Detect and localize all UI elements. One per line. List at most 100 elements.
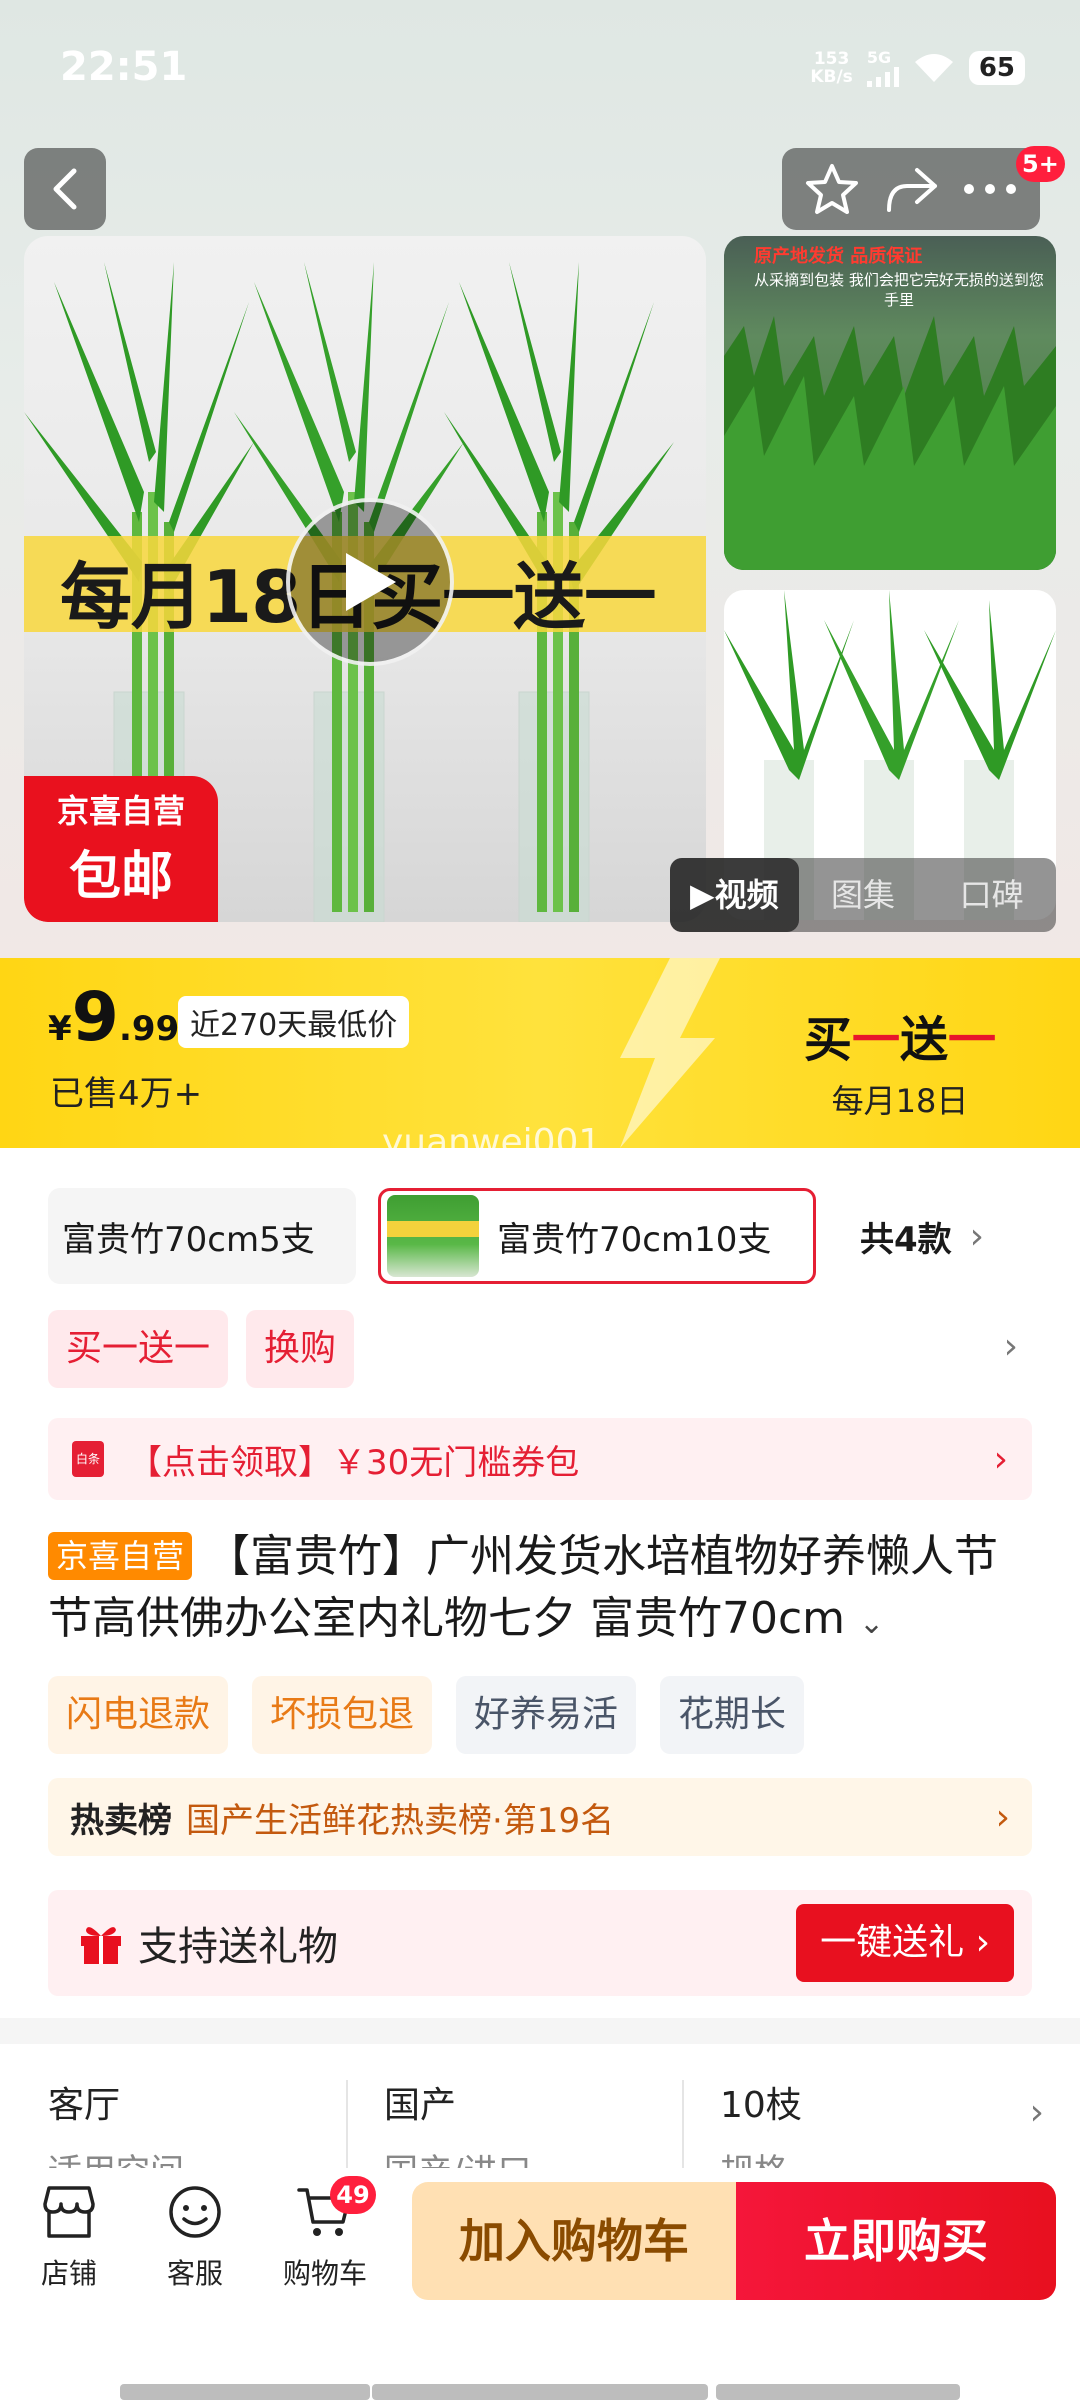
ship-badge-top: 京喜自营 [56,792,185,830]
promo-char-1: 买 [803,1012,852,1068]
divider [682,2080,684,2170]
home-indicator-segment [120,2384,370,2400]
lowest-price-tag: 近270天最低价 [178,996,410,1048]
cart-count-badge: 49 [330,2176,376,2214]
sku-thumbnail [387,1195,479,1277]
spec-item: 10枝 规格 [720,2076,1020,2174]
buy-now-button[interactable]: 立即购买 [736,2182,1056,2300]
feature-tag[interactable]: 坏损包退 [252,1676,433,1754]
promo-title: 买一送一 [790,1000,1010,1070]
store-icon [43,2186,95,2238]
customer-service-icon [169,2186,221,2238]
price-band: ¥ 9 .99 近270天最低价 已售4万+ 买一送一 每月18日 [0,958,1080,1148]
media-tab-bar: ▶视频 图集 口碑 [670,858,1056,932]
sku-option-selected[interactable]: 富贵竹70cm10支 [378,1188,816,1284]
status-bar: 22:51 153 KB/s 5G 65 [0,0,1080,140]
promo-tag[interactable]: 换购 [246,1310,355,1388]
promo-char-4: 一 [948,1012,997,1068]
spec-value: 10枝 [720,2085,802,2126]
back-icon [53,168,77,210]
chevron-right-icon: › [995,1796,1010,1838]
spec-item: 客厅 适用空间 [48,2076,348,2174]
spec-row[interactable]: 客厅 适用空间 国产 国产/进口 10枝 规格 › [0,2044,1080,2174]
nav-store[interactable]: 店铺 [14,2184,124,2292]
gallery-thumbnail-field[interactable]: 原产地发货 品质保证 从采摘到包装 我们会把它完好无损的送到您手里 [724,236,1056,570]
top-action-bar [782,148,1040,230]
spec-item: 国产 国产/进口 [384,2076,684,2174]
back-button[interactable] [24,148,106,230]
coupon-icon: 白条 [72,1441,104,1477]
price-integer: 9 [71,978,119,1057]
more-icon[interactable] [962,182,1018,196]
price-display: ¥ 9 .99 [48,978,179,1057]
chevron-right-icon[interactable]: › [970,1216,984,1257]
nav-store-label: 店铺 [40,2257,97,2290]
gift-support-bar: 支持送礼物 一键送礼 › [48,1890,1032,1996]
free-shipping-badge: 京喜自营 包邮 [24,776,218,922]
product-title[interactable]: 京喜自营 【富贵竹】广州发货水培植物好养懒人节节高供佛办公室内礼物七夕 富贵竹7… [48,1526,1038,1655]
promotion-tags: 买一送一 换购 › [48,1310,1048,1388]
hot-ranking-bar[interactable]: 热卖榜 国产生活鲜花热卖榜·第19名 › [48,1778,1032,1856]
promo-tag[interactable]: 买一送一 [48,1310,229,1388]
status-indicators: 153 KB/s 5G 65 [810,48,1025,87]
price-decimal: .99 [119,1009,180,1049]
nav-cart-label: 购物车 [282,2257,367,2290]
chevron-right-icon: › [1029,2092,1044,2133]
feature-tag[interactable]: 好养易活 [456,1676,637,1754]
send-gift-button[interactable]: 一键送礼 › [796,1904,1014,1982]
signal-icon: 5G [866,48,899,87]
nav-customer-service[interactable]: 客服 [140,2184,250,2292]
status-time: 22:51 [60,44,188,90]
tab-video[interactable]: ▶视频 [670,858,799,932]
sku-total-count[interactable]: 共4款 [860,1212,952,1261]
sku-selected-label: 富贵竹70cm10支 [497,1219,772,1260]
promo-char-2: 一 [851,1012,900,1068]
promo-subtitle: 每月18日 [831,1082,969,1120]
chevron-down-icon[interactable]: ⌄ [859,1606,884,1641]
home-indicator-segment [716,2384,960,2400]
star-icon[interactable] [804,162,860,216]
network-type: 5G [866,48,892,67]
network-speed-unit: KB/s [810,66,853,87]
chevron-right-icon[interactable]: › [1004,1326,1018,1367]
spec-value: 客厅 [48,2085,121,2126]
add-to-cart-button[interactable]: 加入购物车 [412,2182,736,2300]
wifi-icon [914,53,953,82]
self-operated-badge: 京喜自营 [48,1532,193,1580]
gift-icon [81,1927,121,1964]
divider [346,2080,348,2170]
play-icon [346,553,396,611]
network-speed-value: 153 [813,48,850,69]
coupon-bar[interactable]: 白条 【点击领取】￥30无门槛券包 › [48,1418,1032,1500]
thumbnail-banner-white: 从采摘到包装 我们会把它完好无损的送到您手里 [754,271,1044,309]
coupon-text: 【点击领取】￥30无门槛券包 [128,1442,580,1483]
play-video-button[interactable] [286,498,454,666]
chevron-right-icon: › [993,1438,1008,1480]
tab-reviews[interactable]: 口碑 [927,858,1056,932]
promo-char-3: 送 [900,1012,949,1068]
spec-value: 国产 [384,2085,457,2126]
play-small-icon: ▶ [690,876,715,914]
sku-option[interactable]: 富贵竹70cm5支 [48,1188,356,1284]
field-plants-illustration [724,316,1056,570]
rank-text: 国产生活鲜花热卖榜·第19名 [186,1800,615,1841]
ship-badge-bottom: 包邮 [68,847,173,907]
thumbnail-banner-red: 原产地发货 品质保证 [754,246,923,267]
share-icon[interactable] [883,164,939,214]
nav-customer-service-label: 客服 [166,2257,223,2290]
home-indicator-segment [372,2384,708,2400]
bottom-action-bar: 店铺 客服 49 购物车 加入购物车 立即购买 [0,2168,1080,2400]
rank-label: 热卖榜 [70,1800,172,1841]
nav-cart[interactable]: 49 购物车 [270,2176,380,2292]
gift-label: 支持送礼物 [138,1924,338,1970]
product-gallery-area: 22:51 153 KB/s 5G 65 京喜自营 包邮 原产地发货 品质保证 … [0,0,1080,960]
feature-tag[interactable]: 闪电退款 [48,1676,229,1754]
battery-indicator: 65 [968,50,1025,85]
tab-gallery[interactable]: 图集 [799,858,928,932]
main-product-image[interactable]: 每月18日买一送一 京喜自营 包邮 [24,236,706,922]
tab-video-label: 视频 [714,876,779,914]
product-info-card: 富贵竹70cm5支 富贵竹70cm10支 共4款 › 买一送一 换购 › 白条 … [0,1148,1080,2018]
network-speed: 153 KB/s [810,50,852,86]
lightning-icon [620,958,720,1148]
feature-tag[interactable]: 花期长 [660,1676,805,1754]
